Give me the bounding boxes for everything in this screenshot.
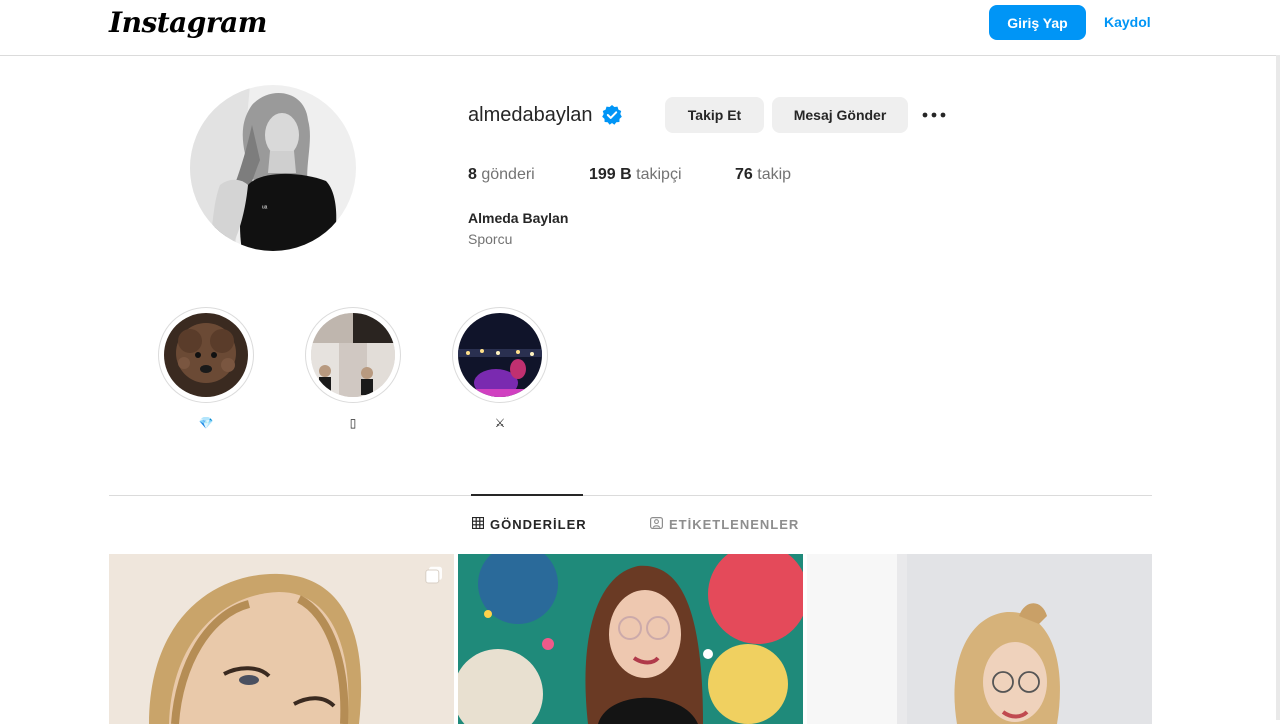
tab-tagged-label: ETİKETLENENLER — [669, 517, 800, 532]
highlight-cover-dog — [164, 313, 248, 397]
post-thumbnail[interactable] — [807, 554, 1152, 724]
full-name: Almeda Baylan — [468, 210, 569, 226]
verified-badge-icon — [601, 104, 623, 126]
login-button[interactable]: Giriş Yap — [989, 5, 1086, 40]
story-highlight[interactable] — [158, 307, 254, 403]
highlight-cover-collage — [311, 313, 395, 397]
highlight-label: ⚔ — [494, 416, 506, 430]
highlight-label: ▯ — [349, 416, 357, 430]
highlight-label: 💎 — [198, 416, 214, 430]
signup-link[interactable]: Kaydol — [1104, 14, 1151, 30]
carousel-icon — [425, 566, 443, 584]
story-highlight[interactable] — [452, 307, 548, 403]
active-tab-indicator — [471, 494, 583, 496]
followers-stat[interactable]: 199 B takipçi — [589, 166, 682, 184]
username-row: almedabaylan — [468, 97, 623, 133]
username: almedabaylan — [468, 103, 593, 126]
follow-button[interactable]: Takip Et — [665, 97, 764, 133]
more-options-icon[interactable] — [920, 105, 948, 125]
tab-posts-label: GÖNDERİLER — [490, 517, 587, 532]
following-label: takip — [757, 166, 792, 183]
followers-label: takipçi — [636, 166, 682, 183]
followers-count: 199 B — [589, 166, 632, 183]
posts-count: 8 — [468, 166, 477, 183]
posts-label: gönderi — [481, 166, 535, 183]
profile-avatar[interactable]: ᵘᵃ — [190, 85, 356, 251]
grid-icon — [471, 516, 485, 532]
tab-tagged[interactable]: ETİKETLENENLER — [650, 517, 799, 532]
svg-text:ᵘᵃ: ᵘᵃ — [262, 205, 268, 212]
tabs-divider — [109, 495, 1152, 496]
story-highlight[interactable] — [305, 307, 401, 403]
instagram-logo[interactable]: Instagram — [109, 6, 267, 39]
highlight-cover-night — [458, 313, 542, 397]
tab-posts[interactable]: GÖNDERİLER — [471, 516, 587, 532]
following-stat[interactable]: 76 takip — [735, 166, 791, 184]
following-count: 76 — [735, 166, 753, 183]
post-thumbnail[interactable] — [109, 554, 454, 724]
scrollbar[interactable] — [1276, 55, 1280, 720]
tagged-user-icon — [650, 517, 664, 532]
post-thumbnail[interactable] — [458, 554, 803, 724]
send-message-button[interactable]: Mesaj Gönder — [772, 97, 908, 133]
profile-category: Sporcu — [468, 231, 513, 247]
posts-stat: 8 gönderi — [468, 166, 535, 184]
top-navigation: Instagram Giriş Yap Kaydol — [0, 0, 1280, 56]
